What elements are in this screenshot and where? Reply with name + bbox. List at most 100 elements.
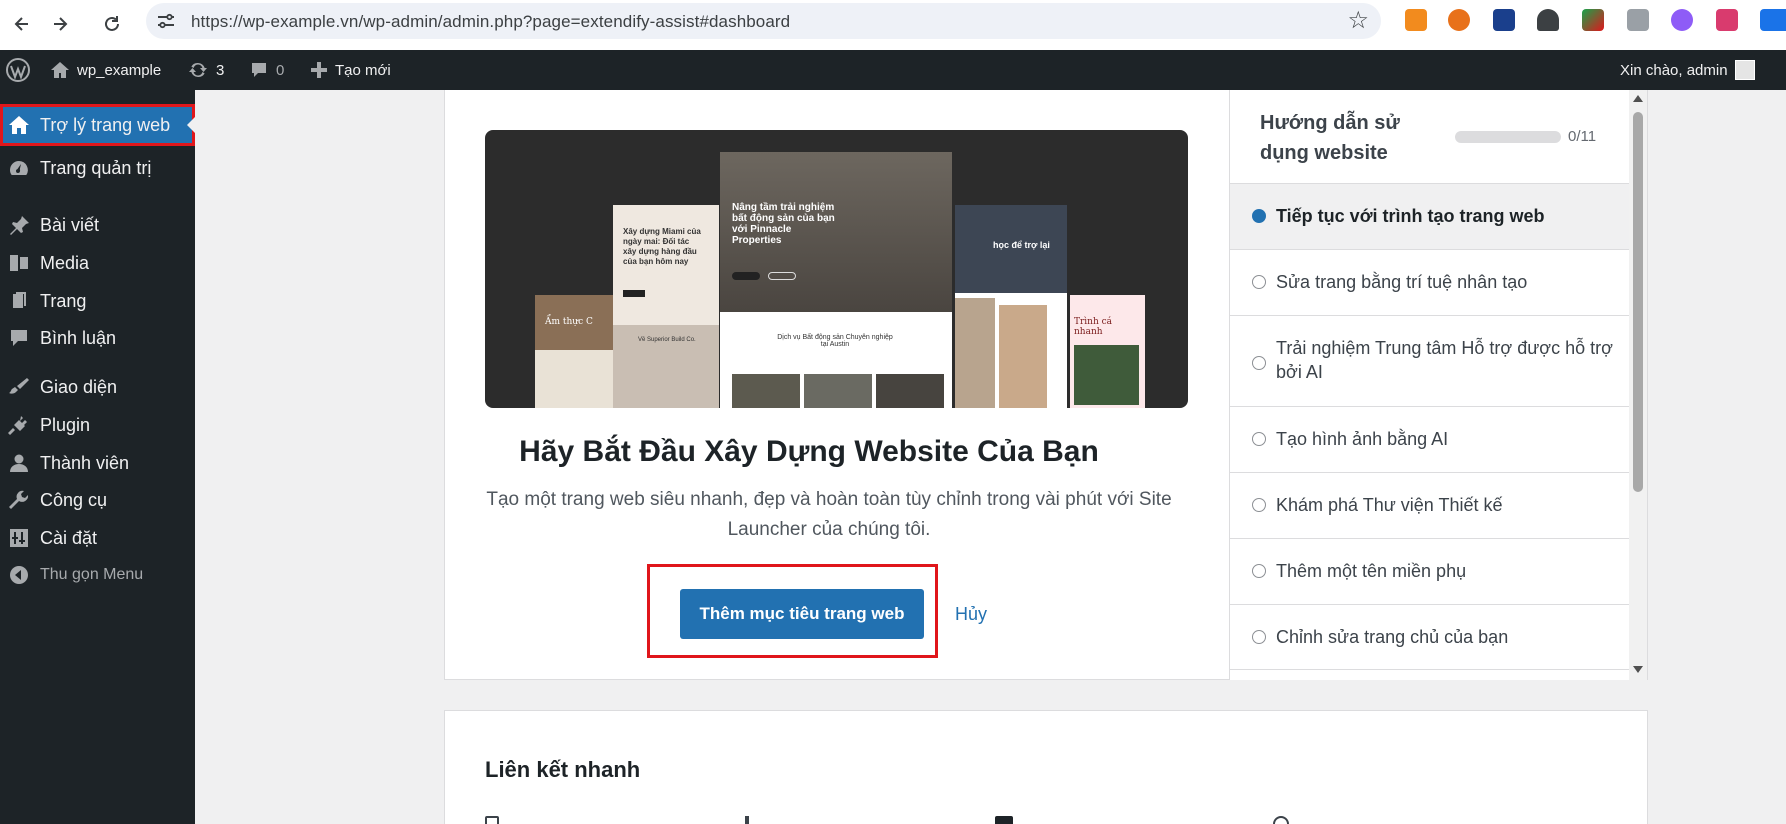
guide-step[interactable]: Sửa trang bằng trí tuệ nhân tạo [1230,249,1630,315]
sidebar-item-comments[interactable]: Bình luận [0,317,195,359]
quick-links-title: Liên kết nhanh [485,757,641,782]
sidebar-item-dashboard[interactable]: Trang quản trị [0,147,195,189]
extension-1-icon[interactable] [1405,9,1427,31]
sidebar-item-appearance[interactable]: Giao diện [0,366,195,408]
guide-step[interactable]: Tạo hình ảnh bằng AI [1230,406,1630,472]
site-name: wp_example [77,61,162,79]
preview-main-heading: Nâng tầm trải nghiệm bất động sản của bạ… [732,202,835,246]
star-icon[interactable]: ☆ [1347,9,1369,33]
profile-avatar[interactable] [1760,9,1786,31]
sidebar-item-label: Trang [40,290,87,311]
step-label: Chỉnh sửa trang chủ của bạn [1276,627,1509,647]
comments-count: 0 [276,61,285,79]
website-guide-panel: Hướng dẫn sử dụng website 0/11 Tiếp tục … [1229,90,1630,680]
quick-link-icon [745,816,749,824]
sidebar-item-plugins[interactable]: Plugin [0,404,195,446]
avatar [1734,60,1755,80]
address-bar[interactable]: https://wp-example.vn/wp-admin/admin.php… [146,3,1381,39]
quick-link-icon [995,816,1013,824]
preview-left-sub: Về Superior Build Co. [638,337,696,343]
preview-left-heading: Xây dựng Miami của ngày mai: Đối tác xây… [623,227,701,266]
extension-3-icon[interactable] [1493,9,1515,31]
reload-button[interactable] [97,9,127,39]
comment-icon [252,63,266,77]
back-button[interactable] [7,9,37,39]
sidebar-item-site-assistant[interactable]: Trợ lý trang web [0,104,195,146]
sidebar-item-label: Cài đặt [40,527,98,548]
launch-description: Tạo một trang web siêu nhanh, đẹp và hoà… [486,489,1172,540]
add-site-goal-button[interactable]: Thêm mục tiêu trang web [680,589,924,639]
preview-far-right-heading: Trình cá nhanh [1074,317,1113,337]
url-text[interactable]: https://wp-example.vn/wp-admin/admin.php… [191,12,790,32]
sidebar-item-settings[interactable]: Cài đặt [0,517,195,559]
extension-5-icon[interactable] [1582,9,1604,31]
scrollbar-thumb[interactable] [1633,112,1643,492]
step-label: Tiếp tục với trình tạo trang web [1276,206,1545,226]
sidebar-item-label: Plugin [40,414,91,435]
browser-toolbar: https://wp-example.vn/wp-admin/admin.php… [0,0,1786,50]
step-status-dot [1252,498,1266,512]
sidebar-item-users[interactable]: Thành viên [0,442,195,484]
sidebar-item-posts[interactable]: Bài viết [0,204,195,246]
wp-logo-menu[interactable] [5,50,31,90]
home-icon [51,62,69,78]
guide-step[interactable]: Chỉnh sửa trang chủ của bạn [1230,604,1630,670]
scroll-up-arrow-icon[interactable] [1633,95,1643,102]
home-icon [8,115,30,135]
comment-icon [8,328,30,348]
sidebar-item-label: Media [40,252,90,273]
site-info-icon[interactable] [156,12,176,30]
updates-count: 3 [216,61,225,79]
cancel-link[interactable]: Hủy [955,604,987,625]
comments-menu[interactable]: 0 [249,50,284,90]
new-content-menu[interactable]: Tạo mới [310,50,391,90]
wp-admin-bar: wp_example 3 0 Tạo mới Xin chào, admin [0,50,1786,90]
guide-title: Hướng dẫn sử dụng website [1260,112,1400,164]
step-status-dot [1252,209,1266,223]
my-account-menu[interactable]: Xin chào, admin [1620,50,1755,90]
page-icon [8,291,30,311]
forward-button[interactable] [45,9,75,39]
extension-2-icon[interactable] [1448,9,1470,31]
sidebar-item-label: Công cụ [40,489,108,510]
preview-mockup-center: Nâng tầm trải nghiệm bất động sản của bạ… [720,152,952,408]
step-label: Tạo hình ảnh bằng AI [1276,429,1449,449]
step-label: Thêm một tên miền phụ [1276,561,1467,581]
extension-7-icon[interactable] [1671,9,1693,31]
current-indicator [187,117,195,133]
quick-link-icon [1273,816,1289,824]
greeting: Xin chào, admin [1620,61,1728,79]
collapse-menu-button[interactable]: Thu gọn Menu [0,554,195,596]
step-label: Khám phá Thư viện Thiết kế [1276,495,1503,515]
guide-step[interactable]: Thêm một tên miền phụ [1230,538,1630,604]
site-name-menu[interactable]: wp_example [50,50,161,90]
extension-8-icon[interactable] [1716,9,1738,31]
guide-progress-bar [1455,131,1561,143]
sidebar-item-tools[interactable]: Công cụ [0,479,195,521]
scroll-down-arrow-icon[interactable] [1633,666,1643,673]
collapse-arrow-icon [8,565,30,585]
sidebar-item-label: Bình luận [40,327,117,348]
step-status-dot [1252,356,1266,370]
updates-menu[interactable]: 3 [187,50,224,90]
new-label: Tạo mới [335,61,391,79]
pin-icon [8,215,30,235]
preview-mockup-right: học để trợ lại [955,205,1067,408]
guide-step[interactable]: Trải nghiệm Trung tâm Hỗ trợ được hỗ trợ… [1230,315,1630,406]
preview-right-heading: học để trợ lại [993,240,1050,250]
step-status-dot [1252,630,1266,644]
extension-4-icon[interactable] [1537,9,1559,31]
quick-links-card: Liên kết nhanh [444,710,1648,824]
sidebar-item-pages[interactable]: Trang [0,280,195,322]
site-preview-image: Ẩm thực C Xây dựng Miami của ngày mai: Đ… [485,130,1188,408]
sidebar-item-label: Bài viết [40,214,100,235]
quick-link-icon [485,816,499,824]
launch-title: Hãy Bắt Đầu Xây Dựng Website Của Bạn [519,435,1099,468]
guide-progress-count: 0/11 [1568,128,1597,145]
extension-6-icon[interactable] [1627,9,1649,31]
guide-scrollbar[interactable] [1629,90,1647,680]
guide-step[interactable]: Khám phá Thư viện Thiết kế [1230,472,1630,538]
sidebar-item-media[interactable]: Media [0,242,195,284]
guide-step[interactable]: Tiếp tục với trình tạo trang web [1230,183,1630,249]
arrow-right-icon [54,17,68,31]
